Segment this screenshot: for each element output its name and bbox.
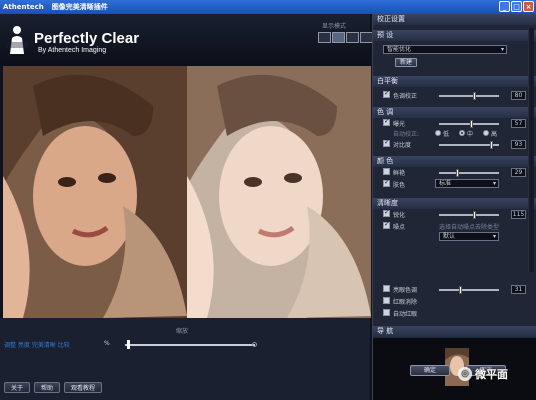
redeye-label: 红眼消除: [393, 299, 418, 306]
vibrancy-slider[interactable]: [439, 169, 499, 177]
before-image[interactable]: [3, 66, 187, 318]
vibrancy-checkbox[interactable]: [383, 168, 390, 175]
view-single-button[interactable]: [318, 32, 331, 43]
sharpen-label: 锐化: [393, 212, 406, 219]
contrast-slider[interactable]: [439, 141, 499, 149]
eye-enhance-label: 亮眼色调: [393, 287, 418, 294]
presets-heading: 预 设: [373, 30, 536, 41]
auto-redeye-label: 自动红眼: [393, 311, 418, 318]
after-image[interactable]: [187, 66, 371, 318]
settings-panel: 校正设置 预 设 智能优化 新建 白平衡 色调校正 80 色 调 曝光 57 自…: [372, 14, 536, 400]
tint-slider-handle[interactable]: [473, 92, 476, 100]
watermark-text: 微平面: [475, 368, 508, 381]
ok-button[interactable]: 确定: [410, 365, 450, 376]
app-name: Athentech: [3, 3, 44, 11]
exposure-slider[interactable]: [439, 120, 499, 128]
auto-high-radio[interactable]: [483, 130, 489, 136]
auto-low-label: 低: [443, 131, 450, 138]
vibrancy-slider-handle[interactable]: [456, 169, 459, 177]
skin-tone-select[interactable]: 标准: [435, 179, 499, 188]
sharpen-slider-handle[interactable]: [473, 211, 476, 219]
zoom-slider[interactable]: [125, 344, 255, 346]
sharpen-slider[interactable]: [439, 211, 499, 219]
window-controls: _ □ ×: [499, 1, 534, 12]
panel-title: 校正设置: [373, 14, 536, 25]
zoom-unit: %: [104, 340, 110, 347]
auto-correct-label: 自动校正:: [393, 131, 420, 138]
noise-hint: 选择自动噪点去除类型: [439, 224, 500, 231]
eye-enhance-value[interactable]: 31: [511, 285, 526, 294]
tone-heading: 色 调: [373, 107, 536, 118]
white-balance-heading: 白平衡: [373, 76, 536, 87]
exposure-label: 曝光: [393, 121, 406, 128]
wechat-icon: ◎: [458, 367, 472, 381]
portrait-after-image: [187, 66, 371, 318]
eye-enhance-slider-handle[interactable]: [459, 286, 462, 294]
about-button[interactable]: 关于: [4, 382, 31, 393]
tint-slider[interactable]: [439, 92, 499, 100]
tint-checkbox[interactable]: [383, 89, 390, 98]
view-side-by-side-button[interactable]: [346, 32, 359, 43]
contrast-checkbox[interactable]: [383, 138, 390, 147]
watermark: ◎ 微平面: [458, 366, 508, 382]
logo-subtitle: By Athentech Imaging: [38, 47, 107, 54]
status-text: 调整 亮度 完美清晰 比较: [4, 342, 70, 349]
panel-scrollbar[interactable]: [528, 28, 534, 272]
zoom-slider-handle[interactable]: [127, 340, 130, 349]
zoom-label: 缩放: [176, 328, 189, 335]
zoom-reset-icon[interactable]: [252, 342, 257, 347]
exposure-checkbox[interactable]: [383, 117, 390, 126]
tint-label: 色调校正: [393, 93, 418, 100]
window-titlebar: Athentech 图像完美清晰插件 _ □ ×: [0, 0, 536, 14]
view-split-button[interactable]: [332, 32, 345, 43]
exposure-slider-handle[interactable]: [470, 120, 473, 128]
auto-high-label: 高: [491, 131, 498, 138]
noise-select[interactable]: 默认: [439, 232, 499, 241]
contrast-value[interactable]: 93: [511, 140, 526, 149]
close-button[interactable]: ×: [523, 1, 534, 12]
bottom-bar: 缩放 调整 亮度 完美清晰 比较 % 关于 帮助 观看教程: [0, 318, 370, 400]
sharpen-value[interactable]: 115: [511, 210, 526, 219]
contrast-label: 对比度: [393, 142, 412, 149]
footer-buttons: 关于 帮助 观看教程: [4, 382, 103, 393]
skin-tone-label: 肤色: [393, 182, 406, 189]
exposure-value[interactable]: 57: [511, 119, 526, 128]
tutorial-button[interactable]: 观看教程: [64, 382, 103, 393]
maximize-button[interactable]: □: [511, 1, 522, 12]
view-mode-label: 显示模式: [322, 23, 347, 30]
auto-low-radio[interactable]: [435, 130, 441, 136]
auto-redeye-checkbox[interactable]: [383, 309, 390, 316]
logo-icon: [6, 26, 28, 54]
noise-checkbox[interactable]: [383, 220, 390, 229]
vibrancy-value[interactable]: 29: [511, 168, 526, 177]
color-heading: 颜 色: [373, 156, 536, 167]
portrait-before-image: [3, 66, 187, 318]
preset-select[interactable]: 智能优化: [383, 45, 507, 54]
eye-enhance-slider[interactable]: [439, 286, 499, 294]
window-title: 图像完美清晰插件: [51, 3, 108, 11]
new-preset-button[interactable]: 新建: [395, 58, 418, 67]
clarity-heading: 清晰度: [373, 198, 536, 209]
redeye-checkbox[interactable]: [383, 297, 390, 304]
navigation-heading: 导 航: [373, 326, 536, 337]
eye-enhance-checkbox[interactable]: [383, 285, 390, 292]
skin-tone-checkbox[interactable]: [383, 178, 390, 187]
auto-mid-radio[interactable]: [459, 130, 465, 136]
contrast-slider-handle[interactable]: [490, 141, 493, 149]
logo-title: Perfectly Clear: [34, 30, 140, 47]
auto-mid-label: 中: [467, 131, 474, 138]
tint-value[interactable]: 80: [511, 91, 526, 100]
header-bar: Perfectly Clear By Athentech Imaging 显示模…: [0, 14, 373, 66]
view-mode-buttons: [318, 32, 373, 43]
noise-label: 噪点: [393, 224, 406, 231]
minimize-button[interactable]: _: [499, 1, 510, 12]
vibrancy-label: 鲜艳: [393, 170, 406, 177]
sharpen-checkbox[interactable]: [383, 208, 390, 217]
help-button[interactable]: 帮助: [34, 382, 61, 393]
